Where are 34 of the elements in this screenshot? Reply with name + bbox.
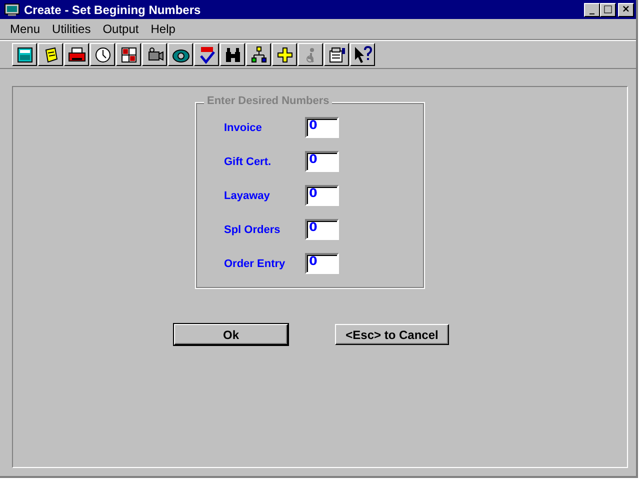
clock-icon[interactable] [90, 43, 115, 66]
number-field[interactable]: 0 [305, 185, 339, 206]
check-icon[interactable] [194, 43, 219, 66]
help-icon[interactable] [350, 43, 375, 66]
menu-item[interactable]: Output [102, 21, 139, 37]
number-field[interactable]: 0 [305, 151, 339, 172]
field-label: Layaway [224, 190, 271, 202]
field-label: Order Entry [224, 258, 286, 270]
menu-item[interactable]: Help [150, 21, 176, 37]
number-field[interactable]: 0 [305, 117, 339, 138]
figure-icon[interactable] [298, 43, 323, 66]
field-label: Invoice [224, 122, 263, 134]
close-button[interactable]: × [618, 2, 634, 16]
ok-button[interactable]: Ok [174, 324, 288, 345]
tree-icon[interactable] [246, 43, 271, 66]
field-label: Spl Orders [224, 224, 282, 236]
cancel-button[interactable]: <Esc> to Cancel [335, 324, 449, 345]
maximize-button[interactable]: □ [600, 2, 616, 16]
camera-icon[interactable] [142, 43, 167, 66]
menu-item[interactable]: Menu [10, 21, 40, 37]
notepad-icon[interactable] [38, 43, 63, 66]
calculator-icon[interactable] [12, 43, 37, 66]
minimize-button[interactable]: _ [584, 2, 600, 16]
menu-item[interactable]: Utilities [52, 21, 91, 37]
printer-icon[interactable] [64, 43, 89, 66]
window-icon [4, 2, 20, 16]
binoculars-icon[interactable] [220, 43, 245, 66]
field-label: Gift Cert. [224, 156, 272, 168]
number-field[interactable]: 0 [305, 253, 339, 274]
form-icon[interactable] [324, 43, 349, 66]
plus-icon[interactable] [272, 43, 297, 66]
group-title: Enter Desired Numbers [204, 95, 332, 107]
number-field[interactable]: 0 [305, 219, 339, 240]
window-title: Create - Set Begining Numbers [24, 2, 202, 16]
